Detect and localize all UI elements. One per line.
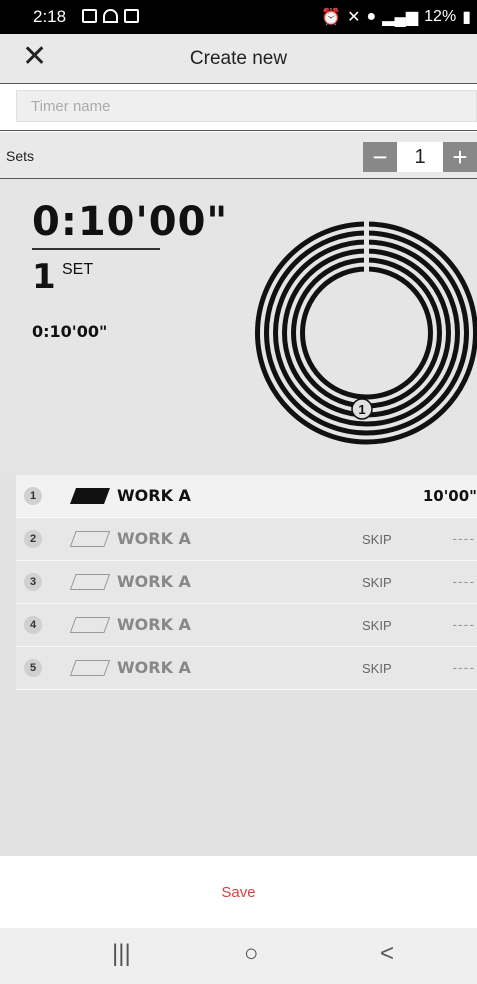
row-number: 4 — [24, 616, 42, 634]
interval-row-4[interactable]: 4 WORK A SKIP ---- — [16, 604, 477, 647]
signal-icon: ▂▄▆ — [382, 9, 419, 26]
interval-name: WORK A — [117, 486, 191, 505]
interval-duration: ---- — [452, 573, 475, 589]
home-icon[interactable]: ○ — [244, 940, 259, 968]
ring-marker: 1 — [358, 402, 365, 417]
interval-row-3[interactable]: 3 WORK A SKIP ---- — [16, 561, 477, 604]
increment-button[interactable]: + — [443, 142, 477, 172]
set-word: SET — [62, 261, 94, 278]
recent-apps-icon[interactable]: ||| — [112, 940, 131, 968]
decrement-button[interactable]: − — [363, 142, 397, 172]
interval-duration: ---- — [452, 659, 475, 675]
timer-ring-graphic: 1 — [255, 219, 477, 445]
mute-icon: ✕ — [347, 9, 361, 26]
image-icon — [124, 9, 139, 23]
interval-color-swatch — [70, 617, 110, 633]
alarm-icon: ⏰ — [321, 9, 342, 26]
system-icons: ⏰ ✕ ● ▂▄▆ 12% ▮ — [321, 7, 471, 27]
sets-row: Sets − 1 + — [0, 132, 477, 178]
skip-label[interactable]: SKIP — [362, 661, 392, 676]
wifi-icon — [103, 9, 118, 23]
top-bar: ✕ Create new — [0, 34, 477, 84]
timer-name-input[interactable] — [17, 91, 476, 121]
battery-percent: 12% — [424, 8, 457, 25]
row-number: 3 — [24, 573, 42, 591]
total-time: 0:10'00" — [32, 199, 229, 245]
status-time: 2:18 — [33, 7, 67, 26]
interval-color-swatch — [70, 574, 110, 590]
status-bar: 2:18 ⏰ ✕ ● ▂▄▆ 12% ▮ — [0, 0, 477, 34]
interval-row-2[interactable]: 2 WORK A SKIP ---- — [16, 518, 477, 561]
sets-stepper: − 1 + — [363, 142, 477, 172]
interval-duration: 10'00" — [422, 487, 477, 505]
interval-row-1[interactable]: 1 WORK A 10'00" — [16, 475, 477, 518]
interval-name: WORK A — [117, 658, 191, 677]
interval-name: WORK A — [117, 572, 191, 591]
row-number: 2 — [24, 530, 42, 548]
location-icon: ● — [366, 8, 377, 25]
set-time: 0:10'00" — [32, 322, 108, 341]
timer-name-field[interactable] — [16, 90, 477, 122]
set-count: 1 — [32, 257, 56, 297]
save-button[interactable]: Save — [0, 884, 477, 901]
interval-name: WORK A — [117, 529, 191, 548]
interval-name: WORK A — [117, 615, 191, 634]
skip-label[interactable]: SKIP — [362, 575, 392, 590]
skip-label[interactable]: SKIP — [362, 532, 392, 547]
sets-value: 1 — [397, 142, 443, 172]
mail-icon — [82, 9, 97, 23]
back-icon[interactable]: < — [380, 940, 394, 968]
timer-summary: 0:10'00" 1 SET 0:10'00" 1 — [0, 179, 477, 473]
save-bar: Save — [0, 856, 477, 928]
sets-label: Sets — [6, 148, 35, 164]
battery-icon: ▮ — [462, 9, 471, 26]
interval-row-5[interactable]: 5 WORK A SKIP ---- — [16, 647, 477, 690]
system-nav-bar: ||| ○ < — [0, 928, 477, 984]
total-time-underline — [32, 248, 160, 250]
page-title: Create new — [189, 48, 288, 69]
interval-color-swatch — [70, 488, 110, 504]
interval-duration: ---- — [452, 616, 475, 632]
row-number: 1 — [24, 487, 42, 505]
row-number: 5 — [24, 659, 42, 677]
interval-color-swatch — [70, 660, 110, 676]
interval-list: 1 WORK A 10'00" 2 WORK A SKIP ---- 3 WOR… — [0, 473, 477, 856]
interval-duration: ---- — [452, 530, 475, 546]
notification-icons — [82, 9, 139, 23]
skip-label[interactable]: SKIP — [362, 618, 392, 633]
interval-color-swatch — [70, 531, 110, 547]
divider — [0, 130, 477, 131]
